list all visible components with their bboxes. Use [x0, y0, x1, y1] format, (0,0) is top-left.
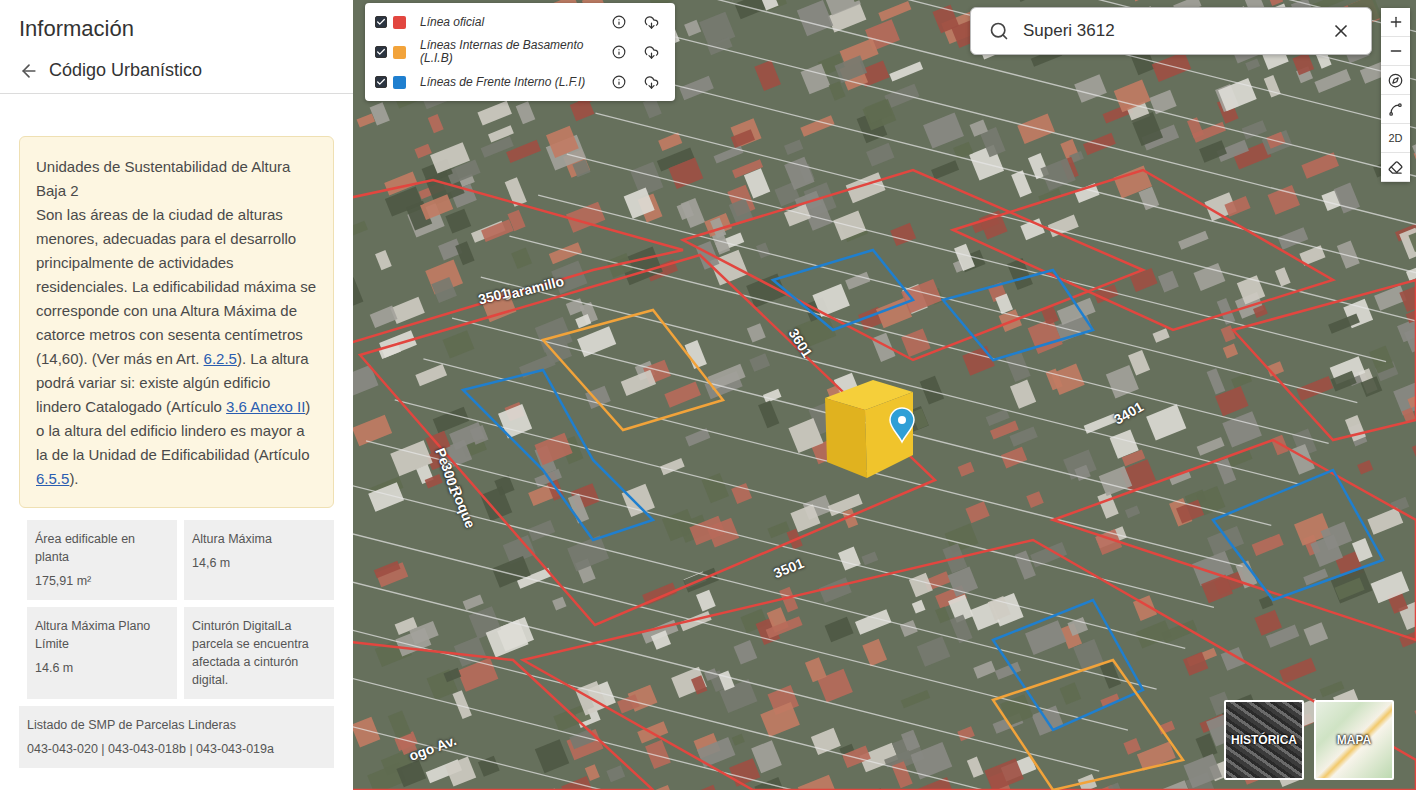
info-card-title: Unidades de Sustentabilidad de Altura Ba… — [36, 155, 319, 203]
location-pin-icon — [890, 408, 914, 442]
close-icon — [1331, 21, 1351, 41]
layer-checkbox[interactable] — [375, 16, 387, 28]
eraser-icon — [1388, 160, 1403, 175]
zoom-out-button[interactable] — [1381, 37, 1410, 66]
panel-title: Información — [0, 0, 353, 52]
basemap-label: MAPA — [1337, 733, 1371, 747]
check-icon — [376, 47, 386, 57]
data-cell: Área edificable en planta 175,91 m² — [27, 520, 177, 600]
cell-value: 14,6 m — [192, 554, 326, 572]
view-mode-button[interactable]: 2D — [1381, 124, 1410, 153]
layer-swatch — [393, 46, 406, 59]
cell-label: Cinturón Digital — [192, 619, 277, 633]
back-button[interactable] — [19, 61, 39, 81]
minus-icon — [1388, 43, 1404, 59]
arrow-left-icon — [19, 61, 39, 81]
cell-label: Área edificable en planta — [35, 530, 169, 566]
layer-download-button[interactable] — [638, 15, 665, 30]
search-icon — [989, 21, 1009, 41]
building-volume-icon — [825, 380, 913, 478]
tilt-button[interactable] — [1381, 95, 1410, 124]
panel-body: Unidades de Sustentabilidad de Altura Ba… — [0, 94, 353, 768]
data-cells: Área edificable en planta 175,91 m² Altura… — [19, 520, 334, 768]
article-link[interactable]: 3.6 Anexo II — [226, 398, 305, 415]
layer-row: Líneas Internas de Basamento (L.I.B) — [375, 39, 665, 65]
cell-value: 043-043-020 | 043-043-018b | 043-043-019… — [27, 740, 326, 758]
app: Información Código Urbanístico Unidades de… — [0, 0, 1416, 790]
layer-row: Línea oficial — [375, 11, 665, 33]
data-cell: Altura Máxima Plano Límite 14.6 m — [27, 607, 177, 699]
layer-info-button[interactable] — [606, 75, 632, 89]
map-controls: 2D — [1381, 8, 1410, 182]
article-link[interactable]: 6.2.5 — [204, 350, 237, 367]
compass-button[interactable] — [1381, 66, 1410, 95]
compass-icon — [1388, 73, 1403, 88]
check-icon — [376, 77, 386, 87]
cell-label: Altura Máxima Plano Límite — [35, 617, 169, 653]
data-cell: Altura Máxima 14,6 m — [184, 520, 334, 600]
text-segment: Son las áreas de la ciudad de alturas me… — [36, 206, 316, 367]
clear-search-button[interactable] — [1325, 21, 1357, 41]
layer-download-button[interactable] — [638, 45, 665, 60]
cell-label: Altura Máxima — [192, 530, 326, 548]
search-box — [970, 7, 1372, 55]
cell-value: 175,91 m² — [35, 572, 169, 590]
layers-legend: Línea oficial Líneas Internas de Basament… — [365, 3, 675, 101]
layer-swatch — [393, 76, 406, 89]
search-input[interactable] — [1021, 20, 1313, 42]
basemap-switcher: HISTÓRICA MAPA — [1224, 700, 1394, 780]
layer-info-button[interactable] — [606, 45, 632, 59]
info-icon — [612, 15, 626, 29]
layer-checkbox[interactable] — [375, 76, 387, 88]
plus-icon — [1388, 14, 1404, 30]
section-header: Código Urbanístico — [0, 52, 353, 94]
cell-label: Listado de SMP de Parcelas Linderas — [27, 716, 326, 734]
info-panel: Información Código Urbanístico Unidades de… — [0, 0, 353, 790]
cloud-download-icon — [644, 45, 659, 60]
layer-label: Línea oficial — [412, 16, 600, 29]
article-link[interactable]: 6.5.5 — [36, 470, 69, 487]
layer-label: Líneas de Frente Interno (L.F.I) — [412, 76, 600, 89]
tilt-icon — [1388, 102, 1403, 117]
section-title: Código Urbanístico — [49, 60, 202, 81]
info-icon — [612, 75, 626, 89]
layer-checkbox[interactable] — [375, 46, 387, 58]
cloud-download-icon — [644, 15, 659, 30]
layer-swatch — [393, 16, 406, 29]
aerial-imagery — [353, 0, 1416, 790]
layer-row: Líneas de Frente Interno (L.F.I) — [375, 71, 665, 93]
layer-info-button[interactable] — [606, 15, 632, 29]
zoom-in-button[interactable] — [1381, 8, 1410, 37]
map[interactable]: Jaramillo3501Perez Roque3001350134013601… — [353, 0, 1416, 790]
text-segment: ). — [69, 470, 78, 487]
data-cell: Listado de SMP de Parcelas Linderas 043-0… — [19, 706, 334, 768]
info-card-text: Son las áreas de la ciudad de alturas me… — [36, 203, 319, 491]
cloud-download-icon — [644, 75, 659, 90]
data-cell: Cinturón DigitalLa parcela se encuentra … — [184, 607, 334, 699]
info-icon — [612, 45, 626, 59]
check-icon — [376, 17, 386, 27]
basemap-thumb[interactable]: MAPA — [1314, 700, 1394, 780]
cell-value: 14.6 m — [35, 659, 169, 677]
info-card: Unidades de Sustentabilidad de Altura Ba… — [19, 136, 334, 508]
measure-button[interactable] — [1381, 153, 1410, 182]
cell-text: Cinturón DigitalLa parcela se encuentra … — [192, 619, 309, 687]
layer-download-button[interactable] — [638, 75, 665, 90]
layer-label: Líneas Internas de Basamento (L.I.B) — [412, 39, 600, 65]
basemap-thumb[interactable]: HISTÓRICA — [1224, 700, 1304, 780]
basemap-label: HISTÓRICA — [1231, 733, 1297, 747]
